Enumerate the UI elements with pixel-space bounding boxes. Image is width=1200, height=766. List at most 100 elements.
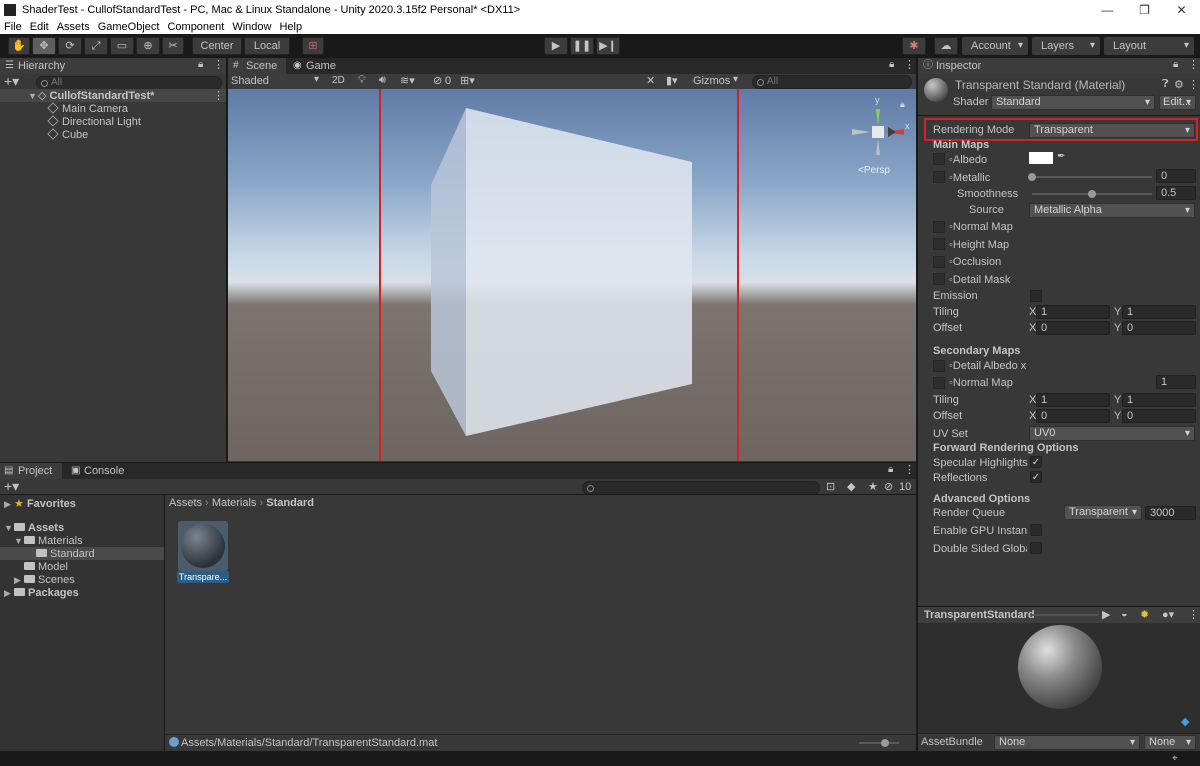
offset-x-field[interactable]: 0 (1036, 321, 1110, 335)
asset-bundle-dropdown[interactable]: None (994, 735, 1140, 750)
preview-sphere-icon[interactable]: ●▾ (1162, 608, 1174, 621)
persp-label[interactable]: <Persp (858, 165, 890, 176)
step-button[interactable]: ▶❙ (596, 37, 620, 55)
pivot-center-button[interactable]: Center (192, 37, 242, 55)
double-sided-checkbox[interactable] (1030, 542, 1042, 554)
render-queue-dropdown[interactable]: Transparent (1064, 505, 1142, 520)
secondary-normal-slot[interactable] (933, 377, 945, 389)
render-queue-field[interactable]: 3000 (1145, 506, 1196, 520)
pause-button[interactable]: ❚❚ (570, 37, 594, 55)
project-create-icon[interactable]: +▾ (4, 479, 19, 493)
tree-materials[interactable]: ▼ Materials (14, 535, 83, 547)
audio-toggle-icon[interactable]: 🔊︎ (379, 74, 386, 87)
tab-hierarchy[interactable]: ☰ Hierarchy (0, 58, 226, 74)
asset-bundle-variant-dropdown[interactable]: None (1144, 735, 1196, 750)
tree-favorites[interactable]: ▶ ★ Favorites (4, 497, 76, 510)
grid-toggle-icon[interactable]: ⊞▾ (460, 74, 475, 87)
tree-model[interactable]: Model (24, 561, 68, 573)
breadcrumb-assets[interactable]: Assets (169, 497, 202, 509)
smoothness-value-field[interactable]: 0.5 (1156, 186, 1196, 200)
expand-arrow-icon[interactable]: ▼ (14, 536, 24, 546)
favorites-star-icon[interactable]: ★ (868, 480, 878, 493)
effects-toggle-icon[interactable]: ≋▾ (400, 74, 415, 87)
mode-2d-toggle[interactable]: 2D (332, 75, 345, 86)
source-dropdown[interactable]: Metallic Alpha (1029, 203, 1195, 218)
tab-scene[interactable]: # Scene (228, 58, 286, 74)
detail-mask-slot[interactable] (933, 273, 945, 285)
tab-inspector[interactable]: ⓘ Inspector (918, 58, 1200, 74)
shader-dropdown[interactable]: Standard (991, 95, 1155, 110)
metallic-slider-knob[interactable] (1028, 173, 1036, 181)
layout-dropdown[interactable]: Layout (1104, 37, 1194, 55)
rendering-mode-dropdown[interactable]: Transparent (1029, 123, 1195, 138)
collapsed-arrow-icon[interactable]: ▶ (14, 575, 24, 586)
tab-game[interactable]: ◉ Game (288, 58, 348, 74)
collapsed-arrow-icon[interactable]: ▶ (4, 588, 14, 599)
hierarchy-item-directional-light[interactable]: Directional Light (47, 115, 141, 128)
sec-tiling-y-field[interactable]: 1 (1122, 393, 1196, 407)
inspector-lock-icon[interactable]: 🔒︎ (1173, 59, 1178, 70)
tree-assets[interactable]: ▼ Assets (4, 522, 64, 534)
albedo-color-swatch[interactable] (1029, 152, 1053, 164)
offset-y-field[interactable]: 0 (1122, 321, 1196, 335)
hierarchy-item-cube[interactable]: Cube (47, 128, 88, 141)
preset-icon[interactable]: ⚙ (1174, 78, 1184, 91)
custom-tool-icon[interactable]: ✂ (162, 37, 184, 55)
component-menu-icon[interactable]: ⋮ (1188, 78, 1199, 91)
albedo-texture-slot[interactable] (933, 153, 945, 165)
transform-tool-icon[interactable]: ⊕ (136, 37, 160, 55)
expand-arrow-icon[interactable]: ▼ (28, 91, 38, 101)
material-preview-area[interactable]: ◆ (918, 623, 1200, 733)
grid-snap-icon[interactable]: ⊞ (302, 37, 324, 55)
metallic-slider[interactable] (1032, 176, 1152, 178)
tools-icon[interactable]: ✕ (646, 74, 655, 87)
project-lock-icon[interactable]: 🔒︎ (888, 464, 893, 475)
account-dropdown[interactable]: Account (962, 37, 1028, 55)
preview-play-icon[interactable]: ▶ (1102, 608, 1110, 621)
gpu-instancing-checkbox[interactable] (1030, 524, 1042, 536)
hierarchy-item-main-camera[interactable]: Main Camera (47, 102, 128, 115)
reflections-checkbox[interactable]: ✓ (1030, 471, 1042, 483)
scene-kebab-icon[interactable]: ⋮ (904, 58, 915, 71)
pivot-local-button[interactable]: Local (244, 37, 290, 55)
hand-tool-icon[interactable]: ✋ (8, 37, 30, 55)
occlusion-slot[interactable] (933, 256, 945, 268)
tiling-y-field[interactable]: 1 (1122, 305, 1196, 319)
gizmo-lock-icon[interactable]: 🔒︎ (900, 99, 905, 110)
tree-packages[interactable]: ▶ Packages (4, 587, 79, 599)
menu-assets[interactable]: Assets (57, 21, 90, 33)
collab-icon[interactable]: ✱ (902, 37, 926, 55)
edit-shader-button[interactable]: Edit... (1159, 95, 1196, 110)
asset-material-thumbnail[interactable] (178, 521, 228, 571)
tab-project[interactable]: ▤ Project (0, 463, 62, 479)
camera-icon[interactable]: ▮▾ (666, 74, 678, 87)
project-search-input[interactable] (582, 481, 820, 495)
gizmos-dropdown[interactable]: Gizmos (693, 75, 730, 87)
minimize-button[interactable]: — (1089, 0, 1126, 20)
sec-offset-y-field[interactable]: 0 (1122, 409, 1196, 423)
preview-mesh-icon[interactable]: ◒ (1121, 608, 1128, 620)
specular-highlights-checkbox[interactable]: ✓ (1030, 456, 1042, 468)
close-button[interactable]: ✕ (1163, 0, 1200, 20)
menu-file[interactable]: File (4, 21, 22, 33)
create-plus-icon[interactable]: +▾ (4, 74, 19, 88)
scene-search-input[interactable]: All (752, 75, 912, 89)
orientation-gizmo[interactable] (848, 95, 908, 165)
search-by-label-icon[interactable]: ◆ (847, 480, 855, 493)
metallic-texture-slot[interactable] (933, 171, 945, 183)
inspector-kebab-icon[interactable]: ⋮ (1188, 58, 1199, 71)
height-map-slot[interactable] (933, 238, 945, 250)
hidden-objects-icon[interactable]: ⊘ (433, 74, 442, 87)
uv-set-dropdown[interactable]: UV0 (1029, 426, 1195, 441)
preview-menu-icon[interactable]: ⋮ (1188, 608, 1199, 621)
restore-button[interactable]: ❐ (1126, 0, 1163, 20)
move-tool-icon[interactable]: ✥ (32, 37, 56, 55)
gizmos-arrow-icon[interactable]: ▾ (733, 74, 738, 85)
play-button[interactable]: ▶ (544, 37, 568, 55)
menu-component[interactable]: Component (167, 21, 224, 33)
shading-dropdown-arrow-icon[interactable]: ▾ (314, 74, 319, 85)
breadcrumb-materials[interactable]: Materials (212, 497, 257, 509)
scene-menu-icon[interactable]: ⋮ (213, 89, 224, 102)
rect-tool-icon[interactable]: ▭ (110, 37, 134, 55)
eyedropper-icon[interactable]: ✒ (1057, 151, 1065, 162)
